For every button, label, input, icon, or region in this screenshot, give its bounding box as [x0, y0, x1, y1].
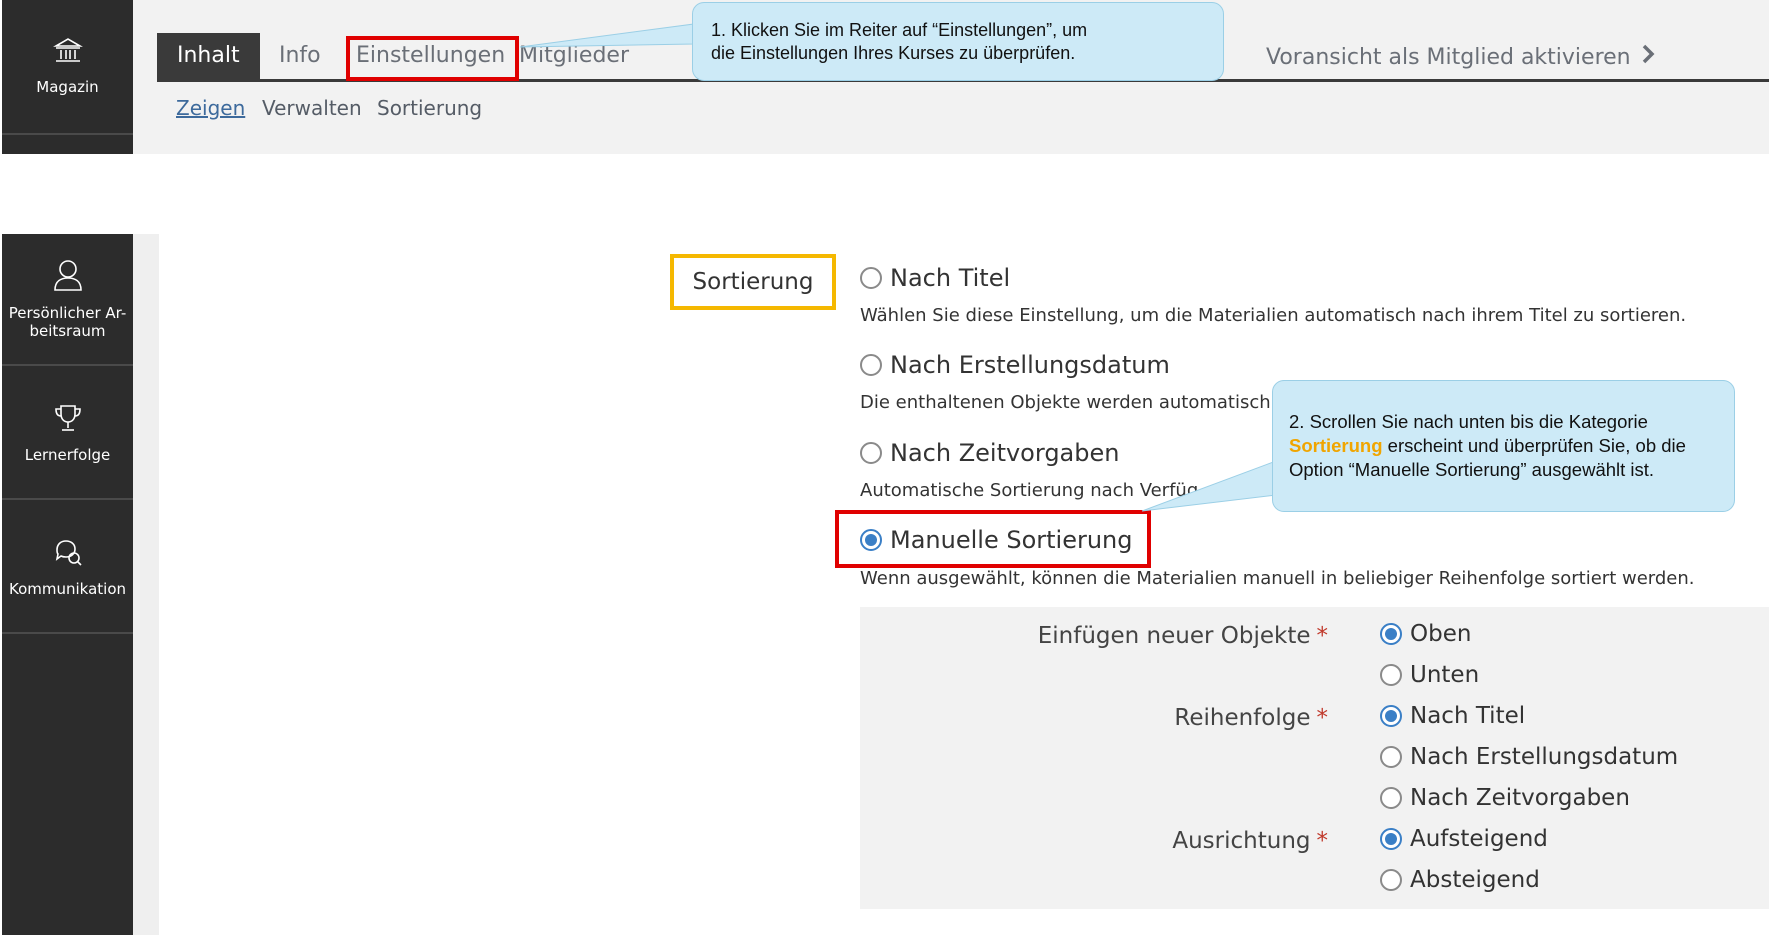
radio-button-checked[interactable] — [1380, 705, 1402, 727]
tab-inhalt[interactable]: Inhalt — [157, 33, 260, 79]
radio-button[interactable] — [1380, 746, 1402, 768]
radio-button[interactable] — [860, 442, 882, 464]
bank-icon — [52, 36, 83, 70]
radio-label: Nach Zeitvorgaben — [1410, 785, 1630, 811]
top-mainbar: Magazin — [2, 0, 133, 154]
radio-button-checked[interactable] — [1380, 623, 1402, 645]
sidebar-item-arbeitsraum[interactable]: Persönlicher Ar- beitsraum — [2, 234, 133, 366]
radio-label: Absteigend — [1410, 867, 1540, 893]
instruction-callout-2: 2. Scrollen Sie nach unten bis die Kateg… — [1272, 380, 1735, 512]
radio-button[interactable] — [1380, 664, 1402, 686]
option-description: Wählen Sie diese Einstellung, um die Mat… — [860, 305, 1687, 326]
callout1-line2: die Einstellungen Ihres Kurses zu überpr… — [711, 43, 1076, 63]
radio-order-nach-erstellungsdatum[interactable]: Nach Erstellungsdatum — [1380, 744, 1678, 770]
radio-button[interactable] — [1380, 787, 1402, 809]
radio-order-nach-zeitvorgaben[interactable]: Nach Zeitvorgaben — [1380, 785, 1630, 811]
sidebar-label-arbeitsraum: Persönlicher Ar- beitsraum — [8, 304, 127, 340]
radio-button-checked[interactable] — [1380, 828, 1402, 850]
callout1-line1: 1. Klicken Sie im Reiter auf “Einstellun… — [711, 20, 1088, 40]
radio-label: Nach Erstellungsdatum — [890, 351, 1170, 379]
preview-as-member-link[interactable]: Voransicht als Mitglied aktivieren — [1266, 44, 1655, 70]
radio-label: Nach Erstellungsdatum — [1410, 744, 1679, 770]
radio-insert-oben[interactable]: Oben — [1380, 621, 1471, 647]
radio-button[interactable] — [860, 354, 882, 376]
radio-label: Unten — [1410, 662, 1480, 688]
preview-link-label: Voransicht als Mitglied aktivieren — [1266, 44, 1631, 70]
radio-option-nach-titel[interactable]: Nach Titel — [860, 264, 1010, 292]
callout2-text-before: 2. Scrollen Sie nach unten bis die Kateg… — [1289, 411, 1648, 432]
instruction-callout-1: 1. Klicken Sie im Reiter auf “Einstellun… — [692, 2, 1224, 81]
insert-new-objects-label: Einfügen neuer Objekte * — [1037, 623, 1328, 649]
radio-label: Nach Zeitvorgaben — [890, 439, 1120, 467]
subtab-sortierung[interactable]: Sortierung — [377, 96, 482, 120]
mainbar-item-magazin[interactable]: Magazin — [2, 0, 133, 135]
sidebar-label-lernerfolge: Lernerfolge — [24, 446, 111, 464]
mainbar-label-magazin: Magazin — [36, 78, 99, 96]
chevron-right-icon — [1641, 44, 1655, 70]
sidebar-item-lernerfolge[interactable]: Lernerfolge — [2, 368, 133, 500]
section-label-sortierung: Sortierung — [670, 254, 836, 310]
sidebar-item-kommunikation[interactable]: Kommunikation — [2, 502, 133, 634]
radio-label: Aufsteigend — [1410, 826, 1548, 852]
subtab-zeigen[interactable]: Zeigen — [176, 96, 245, 120]
direction-label: Ausrichtung * — [1172, 828, 1328, 854]
callout1-pointer — [519, 23, 695, 48]
order-label: Reihenfolge * — [1174, 705, 1328, 731]
radio-button[interactable] — [860, 267, 882, 289]
manual-sorting-subsettings: Einfügen neuer Objekte * Oben Unten Reihe… — [860, 607, 1769, 909]
chat-icon — [52, 536, 84, 572]
tab-info[interactable]: Info — [259, 33, 341, 79]
callout2-pointer — [1141, 460, 1277, 512]
sidebar-label-kommunikation: Kommunikation — [8, 580, 127, 598]
radio-option-nach-zeitvorgaben[interactable]: Nach Zeitvorgaben — [860, 439, 1119, 467]
radio-direction-aufsteigend[interactable]: Aufsteigend — [1380, 826, 1548, 852]
radio-label: Nach Titel — [1410, 703, 1526, 729]
radio-insert-unten[interactable]: Unten — [1380, 662, 1479, 688]
radio-direction-absteigend[interactable]: Absteigend — [1380, 867, 1540, 893]
option-description: Die enthaltenen Objekte werden automatis… — [860, 392, 1271, 413]
radio-button[interactable] — [1380, 869, 1402, 891]
user-icon — [52, 258, 84, 296]
manuelle-sortierung-highlight-box — [835, 510, 1151, 568]
radio-option-nach-erstellungsdatum[interactable]: Nach Erstellungsdatum — [860, 351, 1170, 379]
callout2-keyword: Sortierung — [1289, 435, 1383, 456]
einstellungen-highlight-box — [346, 36, 519, 81]
radio-label: Oben — [1410, 621, 1472, 647]
radio-order-nach-titel[interactable]: Nach Titel — [1380, 703, 1525, 729]
subtab-verwalten[interactable]: Verwalten — [262, 96, 362, 120]
trophy-icon — [52, 402, 84, 438]
sidebar-gutter — [133, 234, 159, 935]
radio-label: Nach Titel — [890, 264, 1011, 292]
main-sidebar: Persönlicher Ar- beitsraum Lernerfolge K… — [2, 234, 133, 935]
option-description: Wenn ausgewählt, können die Materialien … — [860, 568, 1695, 589]
